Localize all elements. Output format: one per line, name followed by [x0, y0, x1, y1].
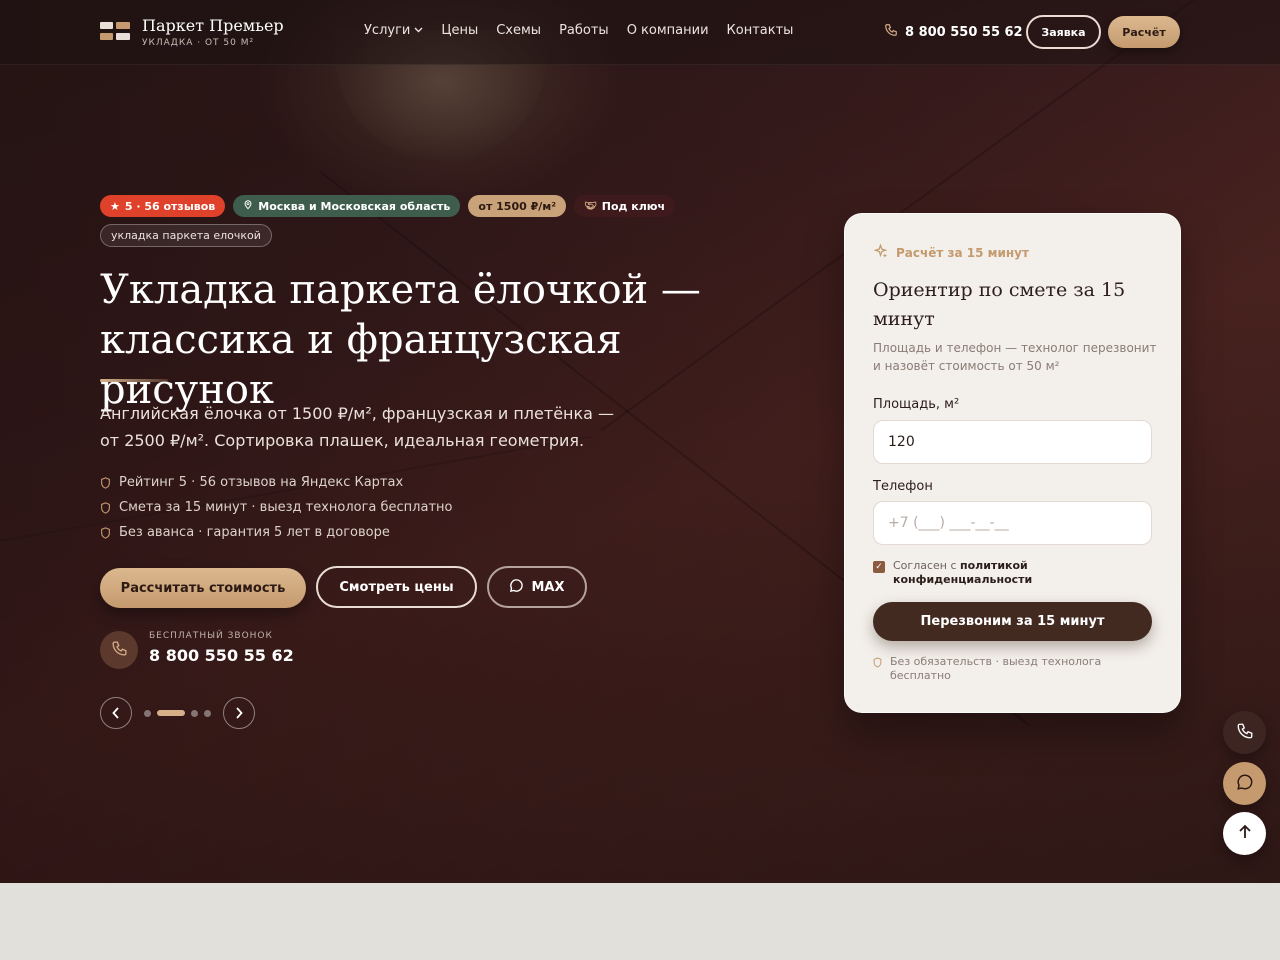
phone-icon: [884, 23, 898, 41]
form-description: Площадь и телефон — технолог перезвонит …: [873, 341, 1157, 373]
consent-row: ✓ Согласен с политикой конфиденциальност…: [873, 559, 1143, 587]
benefit-item: Смета за 15 минут · выезд технолога бесп…: [100, 495, 453, 520]
slider-dots: [144, 709, 211, 717]
arrow-up-icon: [1238, 824, 1252, 844]
max-messenger-button[interactable]: MAX: [487, 566, 587, 608]
benefit-list: Рейтинг 5 · 56 отзывов на Яндекс Картах …: [100, 470, 453, 545]
price-badge: от 1500 ₽/м²: [468, 195, 567, 217]
keyword-tag: укладка паркета елочкой: [100, 224, 272, 247]
callback-submit-button[interactable]: Перезвоним за 15 минут: [873, 602, 1152, 641]
benefit-item: Без аванса · гарантия 5 лет в договоре: [100, 520, 453, 545]
hero-slider-controls: [100, 697, 255, 729]
brand-subtitle: УКЛАДКА · ОТ 50 М²: [142, 38, 255, 48]
slider-dot[interactable]: [204, 709, 211, 717]
max-label: MAX: [531, 579, 565, 595]
consent-checkbox[interactable]: ✓: [873, 561, 885, 573]
form-kicker-text: Расчёт за 15 минут: [896, 246, 1029, 260]
phone-label: Телефон: [873, 479, 933, 494]
star-icon: ★: [110, 199, 120, 213]
region-badge: Москва и Московская область: [233, 195, 461, 217]
nav-item-schemes[interactable]: Схемы: [496, 23, 541, 38]
nav-item-services[interactable]: Услуги: [364, 23, 423, 38]
chevron-down-icon: [414, 26, 423, 36]
benefit-text: Смета за 15 минут · выезд технолога бесп…: [119, 500, 453, 515]
shield-icon: [101, 476, 110, 489]
benefit-text: Без аванса · гарантия 5 лет в договоре: [119, 525, 390, 540]
nav-item-prices[interactable]: Цены: [441, 23, 478, 38]
pin-icon: [243, 199, 253, 213]
area-input[interactable]: [873, 420, 1152, 464]
call-button[interactable]: [100, 631, 138, 669]
logo-icon[interactable]: [100, 22, 130, 42]
phone-icon: [1236, 722, 1254, 744]
nav-item-label: Услуги: [364, 23, 411, 38]
form-title: Ориентир по смете за 15 минут: [873, 279, 1126, 330]
slider-dot[interactable]: [144, 709, 151, 717]
main-nav: Услуги Цены Схемы Работы О компании Конт…: [364, 23, 793, 38]
free-call-number[interactable]: 8 800 550 55 62: [149, 646, 294, 665]
consent-prefix: Согласен с: [893, 559, 961, 572]
phone-icon: [111, 640, 128, 661]
floating-chat-button[interactable]: [1223, 762, 1266, 805]
rating-badge: ★ 5 · 56 отзывов: [100, 195, 226, 217]
turnkey-badge: 🤝︎ Под ключ: [574, 195, 676, 217]
floating-call-button[interactable]: [1223, 711, 1266, 754]
view-prices-button[interactable]: Смотреть цены: [316, 566, 477, 608]
shield-icon: [101, 501, 110, 514]
calculate-cost-button[interactable]: Рассчитать стоимость: [100, 568, 306, 608]
form-note-text: Без обязательств · выезд технолога беспл…: [890, 655, 1102, 682]
brand-title[interactable]: Паркет Премьер: [142, 16, 284, 35]
shield-icon: [873, 657, 882, 668]
area-label: Площадь, м²: [873, 397, 960, 412]
next-section: [0, 883, 1280, 960]
header-phone-link[interactable]: 8 800 550 55 62: [884, 23, 1023, 41]
free-call-label: БЕСПЛАТНЫЙ ЗВОНОК: [149, 631, 273, 641]
handshake-icon: 🤝︎: [584, 200, 597, 212]
region-badge-label: Москва и Московская область: [258, 199, 451, 213]
nav-item-about[interactable]: О компании: [627, 23, 709, 38]
arrow-left-icon[interactable]: [100, 697, 132, 729]
sparkle-icon: [873, 243, 888, 262]
rating-badge-label: 5 · 56 отзывов: [124, 199, 216, 213]
estimate-form-card: Расчёт за 15 минут Ориентир по смете за …: [844, 213, 1181, 713]
form-kicker: Расчёт за 15 минут: [873, 243, 1029, 262]
hero-badges: ★ 5 · 56 отзывов Москва и Московская обл…: [100, 195, 676, 217]
turnkey-badge-label: Под ключ: [601, 199, 666, 213]
benefit-item: Рейтинг 5 · 56 отзывов на Яндекс Картах: [100, 470, 453, 495]
hero-title: Укладка паркета ёлочкой — классика и фра…: [100, 265, 780, 415]
scroll-top-button[interactable]: [1223, 812, 1266, 855]
site-header: Паркет Премьер УКЛАДКА · ОТ 50 М² Услуги…: [0, 0, 1280, 65]
slider-dot-active[interactable]: [157, 710, 185, 716]
chat-icon: [509, 578, 524, 597]
calc-header-button[interactable]: Расчёт: [1108, 16, 1180, 48]
hero-title-line: классика и французская рисунок: [100, 317, 622, 413]
nav-item-contacts[interactable]: Контакты: [727, 23, 794, 38]
consent-text: Согласен с политикой конфиденциальности: [893, 559, 1143, 587]
title-divider: [100, 379, 168, 382]
hero-lead: Английская ёлочка от 1500 ₽/м², французс…: [100, 404, 615, 450]
header-phone-number: 8 800 550 55 62: [905, 24, 1023, 40]
nav-item-works[interactable]: Работы: [559, 23, 609, 38]
phone-input[interactable]: [873, 501, 1152, 545]
benefit-text: Рейтинг 5 · 56 отзывов на Яндекс Картах: [119, 475, 404, 490]
form-note: Без обязательств · выезд технолога беспл…: [873, 655, 1133, 683]
slider-dot[interactable]: [191, 709, 198, 717]
shield-icon: [101, 526, 110, 539]
hero-title-line: Укладка паркета ёлочкой —: [100, 267, 701, 313]
chat-icon: [1236, 773, 1254, 795]
request-button[interactable]: Заявка: [1026, 15, 1101, 49]
arrow-right-icon[interactable]: [223, 697, 255, 729]
